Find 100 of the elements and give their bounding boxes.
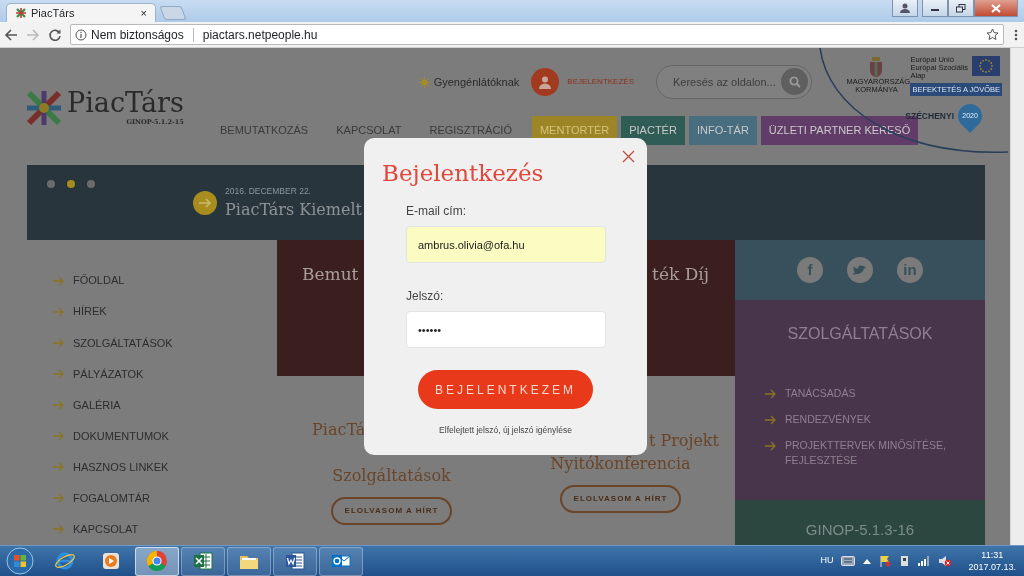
user-icon <box>900 3 910 13</box>
news-title: Nyitókonferencia <box>550 453 691 475</box>
arrow-icon <box>53 431 65 442</box>
arrow-icon <box>53 524 65 535</box>
arrow-icon <box>765 389 777 399</box>
tab-close-button[interactable]: × <box>140 4 147 22</box>
sun-icon <box>418 76 430 88</box>
read-more-button[interactable]: ELOLVASOM A HÍRT <box>330 497 453 525</box>
field-label: Jelszó: <box>406 288 445 305</box>
section-title: SZOLGÁLTATÁSOK <box>786 323 934 344</box>
nav-item[interactable]: BEMUTATKOZÁS <box>212 116 317 145</box>
close-icon[interactable] <box>622 150 635 163</box>
search-icon <box>788 75 801 88</box>
profile-button[interactable] <box>892 0 918 17</box>
dialog-title: Bejelentkezés <box>382 159 544 188</box>
user-icon <box>539 75 552 89</box>
sidebar-item[interactable]: PÁLYÁZATOK <box>73 365 144 383</box>
feature-title: Bemut <box>302 263 359 286</box>
login-link[interactable]: BEJELENTKEZÉS <box>567 76 634 88</box>
play-icon <box>100 550 122 572</box>
forgot-password-link[interactable]: Elfelejtett jelszó, új jelszó igénylése <box>439 425 572 435</box>
news-title: t Projekt <box>648 430 719 452</box>
nav-item[interactable]: PIACTÉR <box>621 116 685 145</box>
arrow-icon <box>765 441 777 451</box>
coat-of-arms-icon <box>868 56 885 78</box>
restore-button[interactable] <box>948 0 974 17</box>
slider-dot[interactable] <box>67 180 75 188</box>
language-indicator[interactable]: HU <box>820 554 834 568</box>
service-link[interactable]: RENDEZVÉNYEK <box>785 412 960 427</box>
flag-icon[interactable] <box>879 555 892 567</box>
arrow-icon <box>765 415 777 425</box>
input-field[interactable]: ambrus.olivia@ofa.hu <box>406 226 606 263</box>
social-link[interactable]: in <box>897 257 923 283</box>
sidebar-item[interactable]: FOGALOMTÁR <box>73 490 150 507</box>
taskbar-button[interactable] <box>135 546 179 576</box>
news-title: Szolgáltatások <box>332 465 451 487</box>
eu-flag-icon <box>972 56 1000 76</box>
read-more-button[interactable]: ELOLVASOM A HÍRT <box>559 485 682 513</box>
info-icon <box>75 28 87 41</box>
tray-expand-icon[interactable] <box>863 558 872 564</box>
arrow-circle-icon <box>193 191 217 216</box>
restore-icon <box>956 3 966 13</box>
close-button[interactable] <box>974 0 1018 17</box>
reload-icon[interactable] <box>48 27 62 42</box>
login-button[interactable]: BEJELENTKEZEM <box>418 370 593 409</box>
slider-dot[interactable] <box>87 180 95 188</box>
arrow-icon <box>53 368 65 379</box>
sidebar-item[interactable]: HÍREK <box>73 303 107 320</box>
taskbar-button[interactable] <box>227 546 271 576</box>
sidebar-item[interactable]: HASZNOS LINKEK <box>73 458 169 476</box>
sidebar-item[interactable]: GALÉRIA <box>73 396 121 414</box>
slider-date: 2016. DECEMBER 22. <box>225 185 312 198</box>
slider-dot[interactable] <box>47 180 55 188</box>
program-label: GINOP-5.1.3-16 <box>805 519 915 540</box>
address-bar[interactable]: Nem biztonságos piactars.netpeople.hu <box>70 24 1004 45</box>
accessibility-link[interactable]: Gyengénlátóknak <box>433 73 520 91</box>
arrow-icon <box>53 275 65 286</box>
device-icon[interactable] <box>899 555 911 567</box>
security-label: Nem biztonságos <box>91 26 184 44</box>
browser-tab[interactable]: PiacTárs × <box>6 3 156 22</box>
arrow-icon <box>53 493 65 504</box>
service-link[interactable]: TANÁCSADÁS <box>785 386 960 401</box>
browser-icon <box>54 550 76 572</box>
back-icon[interactable] <box>4 27 18 42</box>
arrow-icon <box>53 337 65 348</box>
nav-item[interactable]: INFO-TÁR <box>688 116 757 145</box>
menu-icon[interactable] <box>1012 27 1020 42</box>
volume-muted-icon[interactable] <box>938 555 953 567</box>
clock[interactable]: 11:31 2017.07.13. <box>968 549 1016 573</box>
start-icon[interactable] <box>5 547 35 575</box>
feature-title: ték Díj <box>652 263 709 286</box>
spreadsheet-icon <box>192 550 214 572</box>
user-button[interactable] <box>531 68 560 96</box>
news-title: PiacTá <box>312 419 366 441</box>
document-icon <box>284 550 306 572</box>
logo-text: PiacTárs <box>67 88 184 119</box>
service-link[interactable]: PROJEKTTERVEK MINŐSÍTÉSE, FEJLESZTÉSE <box>785 438 960 468</box>
taskbar-button[interactable] <box>273 546 317 576</box>
keyboard-icon[interactable] <box>841 556 856 566</box>
star-icon[interactable] <box>986 28 999 41</box>
scrollbar[interactable] <box>1010 48 1024 545</box>
social-link[interactable]: f <box>797 257 823 283</box>
signal-icon[interactable] <box>918 556 931 566</box>
sidebar-item[interactable]: KAPCSOLAT <box>73 521 139 538</box>
sidebar-item[interactable]: FŐOLDAL <box>73 272 125 289</box>
field-label: E-mail cím: <box>406 203 467 220</box>
search-field[interactable]: Keresés az oldalon... <box>656 65 812 99</box>
arrow-icon <box>53 306 65 317</box>
sidebar-item[interactable]: DOKUMENTUMOK <box>73 427 169 445</box>
taskbar-button[interactable] <box>181 546 225 576</box>
input-field[interactable]: •••••• <box>406 311 606 348</box>
sidebar-item[interactable]: SZOLGÁLTATÁSOK <box>73 334 173 351</box>
wheel-icon <box>146 550 168 572</box>
logo-icon <box>15 7 27 19</box>
arrow-icon <box>53 400 65 410</box>
arrow-icon <box>53 462 65 473</box>
url-text: piactars.netpeople.hu <box>202 26 319 44</box>
minimize-button[interactable] <box>922 0 948 17</box>
taskbar-button[interactable] <box>319 546 363 576</box>
logo-icon <box>25 89 63 127</box>
